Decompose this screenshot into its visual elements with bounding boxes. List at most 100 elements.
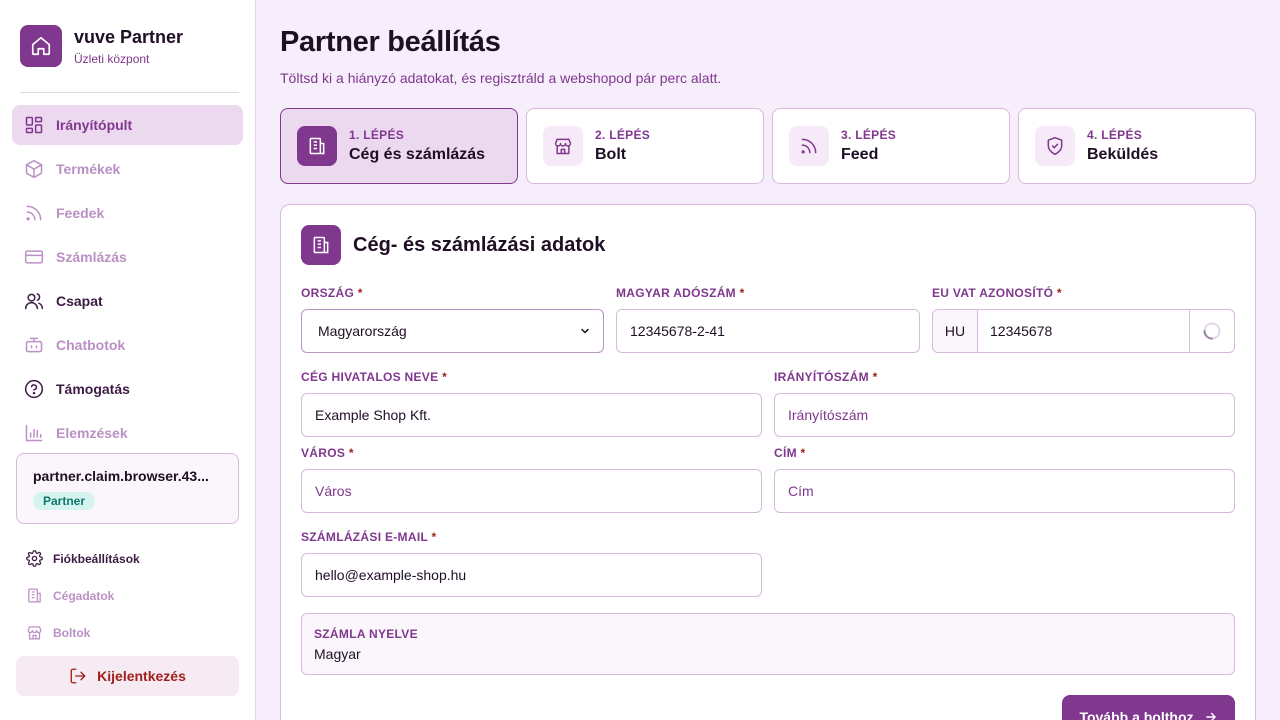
sidebar-nav: Irányítópult Termékek Feedek Számlázás C… bbox=[12, 105, 243, 457]
step-number: 3. LÉPÉS bbox=[841, 128, 897, 142]
eu-vat-label: EU VAT AZONOSÍTÓ * bbox=[932, 286, 1062, 300]
eu-vat-field: HU 12345678 bbox=[932, 309, 1235, 353]
sidebar-item-label: Elemzések bbox=[56, 425, 128, 441]
address-input[interactable]: Cím bbox=[774, 469, 1235, 513]
zip-placeholder: Irányítószám bbox=[788, 407, 869, 423]
eu-vat-prefix: HU bbox=[933, 310, 978, 352]
card-title: Cég- és számlázási adatok bbox=[353, 233, 606, 256]
gear-icon bbox=[25, 550, 43, 568]
company-name-label: CÉG HIVATALOS NEVE * bbox=[301, 370, 448, 384]
sidebar-item-label: Termékek bbox=[56, 161, 121, 177]
sidebar-item-team[interactable]: Csapat bbox=[12, 281, 243, 321]
city-placeholder: Város bbox=[315, 483, 352, 499]
sidebar-item-label: Számlázás bbox=[56, 249, 127, 265]
sidebar-item-products[interactable]: Termékek bbox=[12, 149, 243, 189]
sub-item-label: Boltok bbox=[53, 625, 91, 640]
zip-label: IRÁNYÍTÓSZÁM * bbox=[774, 370, 878, 384]
tax-number-value: 12345678-2-41 bbox=[630, 323, 725, 339]
step-number: 2. LÉPÉS bbox=[595, 128, 651, 142]
brand-subtitle: Üzleti központ bbox=[74, 51, 150, 66]
user-name: partner.claim.browser.43... bbox=[33, 468, 209, 484]
country-select[interactable]: Magyarország bbox=[301, 309, 604, 353]
chevron-down-icon bbox=[579, 325, 591, 337]
step-title: Bolt bbox=[595, 146, 627, 163]
company-name-input[interactable]: Example Shop Kft. bbox=[301, 393, 762, 437]
sidebar-item-company-data[interactable]: Cégadatok bbox=[16, 577, 239, 614]
sidebar-item-stores[interactable]: Boltok bbox=[16, 614, 239, 651]
dashboard-icon bbox=[24, 115, 44, 135]
shield-check-icon bbox=[1035, 126, 1075, 166]
step-number: 4. LÉPÉS bbox=[1087, 128, 1143, 142]
logout-label: Kijelentkezés bbox=[97, 668, 186, 684]
step-feed[interactable]: 3. LÉPÉS Feed bbox=[772, 108, 1010, 184]
sidebar-item-label: Támogatás bbox=[56, 381, 130, 397]
step-submit[interactable]: 4. LÉPÉS Beküldés bbox=[1018, 108, 1256, 184]
sidebar-item-chatbots[interactable]: Chatbotok bbox=[12, 325, 243, 365]
building-icon bbox=[25, 587, 43, 605]
address-label: CÍM * bbox=[774, 446, 806, 460]
home-icon bbox=[20, 25, 62, 67]
city-label: VÁROS * bbox=[301, 446, 354, 460]
user-card[interactable]: partner.claim.browser.43... Partner bbox=[16, 453, 239, 524]
store-icon bbox=[543, 126, 583, 166]
sub-item-label: Fiókbeállítások bbox=[53, 551, 140, 566]
rss-icon bbox=[789, 126, 829, 166]
building-icon bbox=[301, 225, 341, 265]
brand[interactable]: vuve Partner Üzleti központ bbox=[20, 25, 183, 67]
role-badge: Partner bbox=[33, 492, 96, 510]
stepper: 1. LÉPÉS Cég és számlázás 2. LÉPÉS Bolt … bbox=[280, 108, 1256, 184]
eu-vat-input[interactable]: 12345678 bbox=[978, 323, 1189, 339]
brand-title: vuve Partner bbox=[74, 26, 184, 47]
country-label: ORSZÁG * bbox=[301, 286, 363, 300]
billing-email-label: SZÁMLÁZÁSI E-MAIL * bbox=[301, 530, 437, 544]
page-title: Partner beállítás bbox=[280, 26, 501, 58]
sidebar-item-label: Chatbotok bbox=[56, 337, 126, 353]
store-icon bbox=[25, 624, 43, 642]
invoice-language-box[interactable]: SZÁMLA NYELVE Magyar bbox=[301, 613, 1235, 675]
billing-email-value: hello@example-shop.hu bbox=[315, 567, 467, 583]
page-subtitle: Töltsd ki a hiányzó adatokat, és regiszt… bbox=[280, 70, 722, 86]
step-title: Cég és számlázás bbox=[349, 146, 486, 163]
city-input[interactable]: Város bbox=[301, 469, 762, 513]
sidebar-item-dashboard[interactable]: Irányítópult bbox=[12, 105, 243, 145]
logout-button[interactable]: Kijelentkezés bbox=[16, 656, 239, 696]
billing-email-input[interactable]: hello@example-shop.hu bbox=[301, 553, 762, 597]
sub-item-label: Cégadatok bbox=[53, 588, 115, 603]
invoice-language-value: Magyar bbox=[314, 646, 361, 662]
credit-card-icon bbox=[24, 247, 44, 267]
zip-input[interactable]: Irányítószám bbox=[774, 393, 1235, 437]
sidebar-item-analytics[interactable]: Elemzések bbox=[12, 413, 243, 453]
bot-icon bbox=[24, 335, 44, 355]
step-title: Beküldés bbox=[1087, 146, 1159, 163]
address-placeholder: Cím bbox=[788, 483, 814, 499]
sidebar-item-label: Irányítópult bbox=[56, 117, 133, 133]
main-content: Partner beállítás Töltsd ki a hiányzó ad… bbox=[256, 0, 1280, 720]
arrow-right-icon bbox=[1204, 710, 1218, 720]
tax-number-label: MAGYAR ADÓSZÁM * bbox=[616, 286, 745, 300]
sidebar-item-billing[interactable]: Számlázás bbox=[12, 237, 243, 277]
divider bbox=[20, 92, 239, 93]
country-value: Magyarország bbox=[318, 323, 407, 339]
step-number: 1. LÉPÉS bbox=[349, 128, 405, 142]
tax-number-input[interactable]: 12345678-2-41 bbox=[616, 309, 920, 353]
step-company-billing[interactable]: 1. LÉPÉS Cég és számlázás bbox=[280, 108, 518, 184]
sidebar-item-label: Csapat bbox=[56, 293, 103, 309]
account-nav: Fiókbeállítások Cégadatok Boltok bbox=[16, 540, 239, 651]
company-name-value: Example Shop Kft. bbox=[315, 407, 431, 423]
company-billing-card: Cég- és számlázási adatok ORSZÁG * Magya… bbox=[280, 204, 1256, 720]
rss-icon bbox=[24, 203, 44, 223]
invoice-language-label: SZÁMLA NYELVE bbox=[314, 627, 418, 641]
box-icon bbox=[24, 159, 44, 179]
step-store[interactable]: 2. LÉPÉS Bolt bbox=[526, 108, 764, 184]
bar-chart-icon bbox=[24, 423, 44, 443]
sidebar: vuve Partner Üzleti központ Irányítópult… bbox=[0, 0, 256, 720]
sidebar-item-label: Feedek bbox=[56, 205, 105, 221]
sidebar-item-account-settings[interactable]: Fiókbeállítások bbox=[16, 540, 239, 577]
users-icon bbox=[24, 291, 44, 311]
step-title: Feed bbox=[841, 146, 879, 163]
next-to-store-button[interactable]: Tovább a bolthoz bbox=[1062, 695, 1235, 720]
next-button-label: Tovább a bolthoz bbox=[1079, 709, 1194, 720]
building-icon bbox=[297, 126, 337, 166]
sidebar-item-feeds[interactable]: Feedek bbox=[12, 193, 243, 233]
sidebar-item-support[interactable]: Támogatás bbox=[12, 369, 243, 409]
